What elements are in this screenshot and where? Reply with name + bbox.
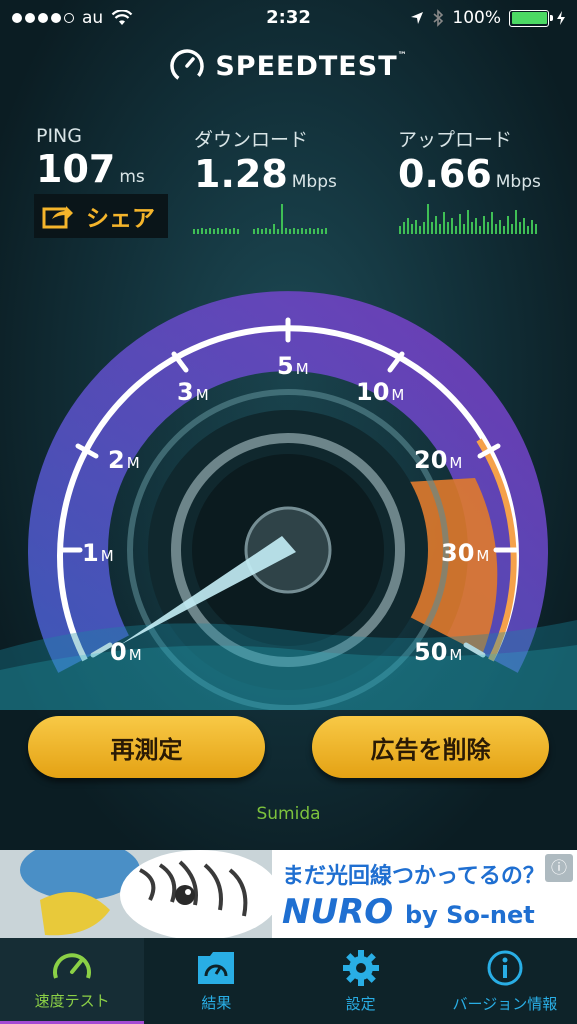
speedometer-logo-icon	[170, 49, 205, 83]
upload-label: アップロード	[398, 129, 513, 151]
ping-unit: ms	[119, 167, 145, 187]
ad-headline: まだ光回線つかってるの？	[282, 864, 545, 889]
tab-bar: 速度テスト 結果 設定 バージョン情報	[0, 938, 577, 1024]
battery-percent: 100%	[452, 8, 501, 28]
logo-text: SPEEDTEST™	[215, 50, 408, 82]
ping-value: 107	[36, 147, 116, 191]
remove-ads-button[interactable]: 広告を削除	[312, 716, 549, 778]
gauge-label-0: 0M	[110, 638, 142, 666]
gauge-label-5: 5M	[277, 352, 309, 380]
ad-brand: NURO by So-net	[282, 892, 535, 932]
gear-icon	[342, 949, 379, 986]
location-arrow-icon	[411, 12, 424, 24]
tab-settings[interactable]: 設定	[289, 938, 433, 1024]
tab-label: 速度テスト	[34, 992, 110, 1010]
gauge-label-1: 1M	[82, 539, 114, 567]
ad-info-icon[interactable]: ⓘ	[545, 854, 573, 882]
charging-icon	[557, 11, 565, 25]
download-value: 1.28	[194, 152, 288, 196]
ad-banner[interactable]: まだ光回線つかってるの？ NURO by So-net ⓘ	[0, 850, 577, 938]
ad-parakeet-image	[0, 850, 272, 938]
download-sparkline	[193, 204, 327, 234]
retest-button[interactable]: 再測定	[28, 716, 265, 778]
tab-speed-test[interactable]: 速度テスト	[0, 938, 145, 1024]
tab-results[interactable]: 結果	[144, 938, 288, 1024]
gauge-label-3: 3M	[177, 378, 209, 406]
status-bar: au 2:32 100%	[0, 0, 577, 38]
results-icon	[198, 951, 235, 984]
download-stat: ダウンロード 1.28 Mbps	[194, 125, 337, 204]
gauge-label-30: 30 M	[441, 539, 490, 567]
upload-stat: アップロード 0.66 Mbps	[398, 125, 541, 204]
battery-icon	[509, 9, 553, 27]
speedometer-icon	[53, 953, 92, 979]
ping-stat: PING 107 ms	[36, 125, 145, 199]
gauge-label-2: 2M	[108, 446, 140, 474]
upload-unit: Mbps	[495, 172, 541, 192]
download-label: ダウンロード	[194, 129, 309, 151]
upload-value: 0.66	[398, 152, 492, 196]
ping-label: PING	[36, 125, 82, 147]
server-location: Sumida	[256, 804, 321, 824]
gauge-label-50: 50 M	[414, 638, 463, 666]
tab-label: 結果	[201, 993, 232, 1012]
share-icon	[42, 206, 73, 229]
tab-version-info[interactable]: バージョン情報	[433, 938, 577, 1024]
info-icon	[487, 950, 523, 985]
gauge-dial	[0, 291, 577, 790]
share-button[interactable]: シェア	[34, 194, 168, 238]
speed-gauge: 0M 1M 2M 3M 5M 10 M 20 M 30 M 50 M	[0, 250, 577, 790]
bluetooth-icon	[433, 9, 444, 27]
tab-label: 設定	[345, 994, 376, 1013]
tab-label: バージョン情報	[452, 994, 558, 1013]
app-logo: SPEEDTEST™	[0, 48, 577, 84]
download-unit: Mbps	[291, 172, 337, 192]
share-label: シェア	[86, 206, 155, 232]
gauge-label-20: 20 M	[414, 446, 463, 474]
upload-sparkline	[399, 204, 537, 234]
gauge-label-10: 10 M	[356, 378, 405, 406]
